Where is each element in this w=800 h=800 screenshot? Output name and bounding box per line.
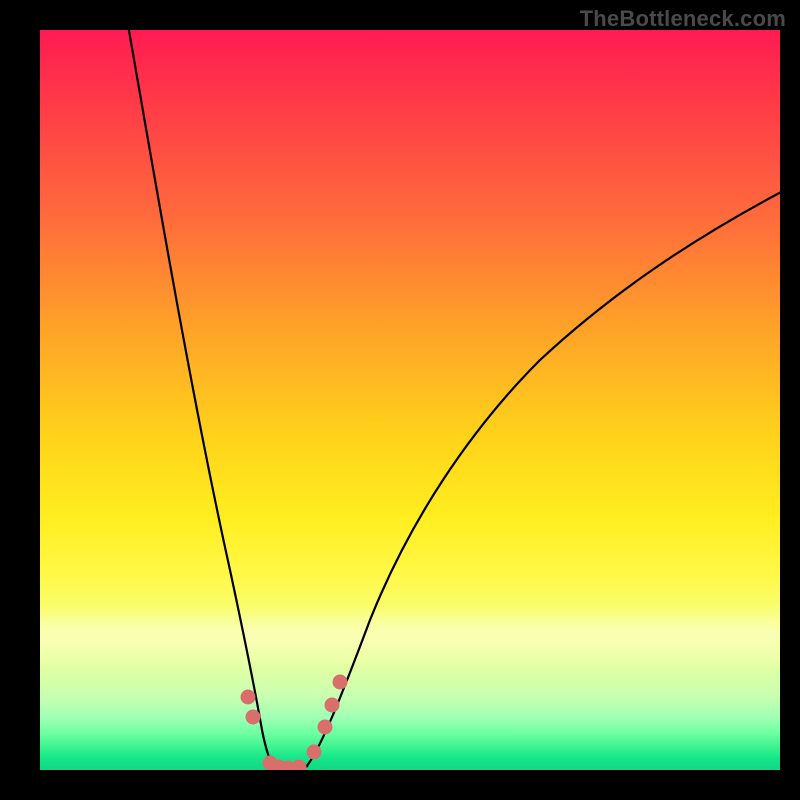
watermark-text: TheBottleneck.com — [580, 6, 786, 32]
marker-dot — [307, 745, 321, 759]
marker-dot — [333, 675, 347, 689]
marker-dot — [246, 710, 260, 724]
chart-frame: TheBottleneck.com — [0, 0, 800, 800]
curve-right-branch — [306, 190, 780, 767]
plot-area — [40, 30, 780, 770]
marker-dot — [292, 760, 306, 770]
curve-left-branch — [128, 30, 274, 767]
marker-dot — [325, 698, 339, 712]
bottleneck-curve — [40, 30, 780, 770]
marker-dot — [241, 690, 255, 704]
marker-dot — [318, 720, 332, 734]
valley-markers — [241, 675, 347, 770]
